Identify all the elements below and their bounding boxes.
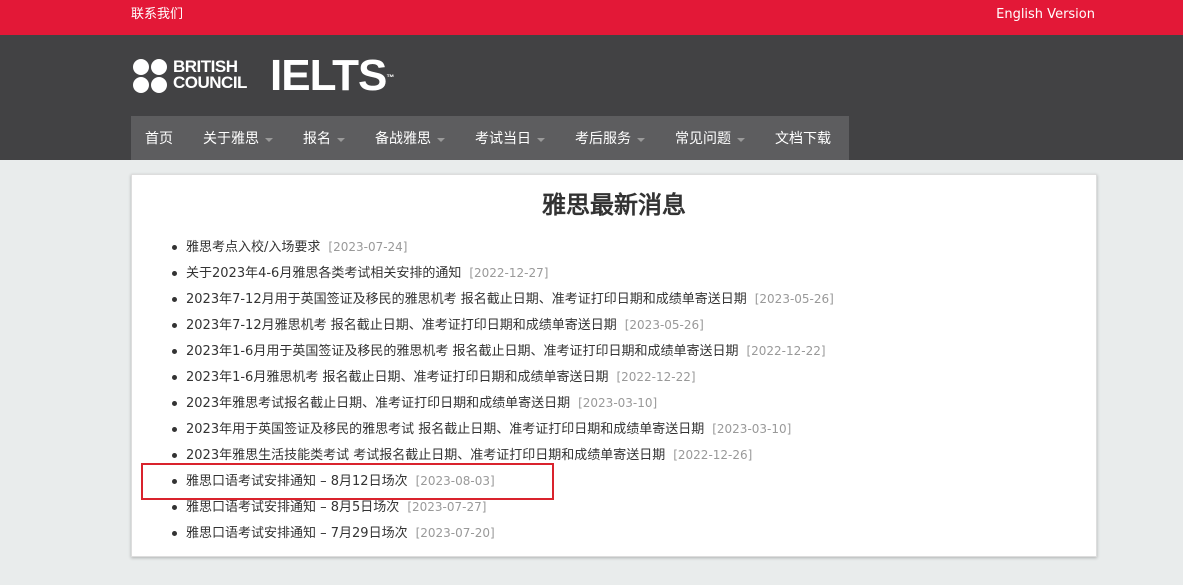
news-item: 雅思口语考试安排通知 – 8月5日场次 [2023-07-27]: [172, 497, 834, 523]
news-card: 雅思最新消息 雅思考点入校/入场要求 [2023-07-24] 关于2023年4-6…: [131, 174, 1097, 557]
page-title: 雅思最新消息: [542, 191, 686, 219]
caret-down-icon: [337, 138, 345, 142]
nav-item-label: 关于雅思: [203, 131, 259, 147]
nav-item-label: 考试当日: [475, 131, 531, 147]
caret-down-icon: [537, 138, 545, 142]
caret-down-icon: [265, 138, 273, 142]
nav-item[interactable]: 考试当日: [475, 128, 545, 148]
british-council-logo[interactable]: BRITISH COUNCIL: [133, 57, 258, 95]
news-item: 雅思考点入校/入场要求 [2023-07-24]: [172, 237, 834, 263]
news-item: 关于2023年4-6月雅思各类考试相关安排的通知 [2022-12-27]: [172, 263, 834, 289]
main-nav: 首页 关于雅思 报名 备战雅思 考试当日 考后服务 常见问题 文档下载: [131, 116, 849, 160]
news-date: [2022-12-27]: [469, 266, 549, 280]
top-bar: 联系我们 English Version: [0, 0, 1183, 35]
news-item: 2023年雅思考试报名截止日期、准考证打印日期和成绩单寄送日期 [2023-03-…: [172, 393, 834, 419]
nav-item[interactable]: 文档下载: [775, 128, 831, 148]
british-council-wordmark: BRITISH COUNCIL: [173, 57, 247, 92]
ielts-logo[interactable]: IELTS™: [270, 54, 394, 98]
nav-item[interactable]: 常见问题: [675, 128, 745, 148]
news-link[interactable]: 2023年雅思考试报名截止日期、准考证打印日期和成绩单寄送日期: [186, 396, 570, 411]
news-link[interactable]: 2023年雅思生活技能类考试 考试报名截止日期、准考证打印日期和成绩单寄送日期: [186, 448, 665, 463]
news-item: 雅思口语考试安排通知 – 8月12日场次 [2023-08-03]: [172, 471, 834, 497]
british-council-dots-icon: [133, 59, 169, 95]
news-link[interactable]: 雅思口语考试安排通知 – 8月12日场次: [186, 474, 408, 489]
nav-item[interactable]: 首页: [145, 128, 173, 148]
news-link[interactable]: 雅思口语考试安排通知 – 8月5日场次: [186, 500, 399, 515]
news-item: 2023年1-6月用于英国签证及移民的雅思机考 报名截止日期、准考证打印日期和成…: [172, 341, 834, 367]
news-item: 2023年7-12月雅思机考 报名截止日期、准考证打印日期和成绩单寄送日期 [20…: [172, 315, 834, 341]
news-link[interactable]: 关于2023年4-6月雅思各类考试相关安排的通知: [186, 266, 461, 281]
contact-us-link[interactable]: 联系我们: [131, 7, 183, 22]
news-list: 雅思考点入校/入场要求 [2023-07-24] 关于2023年4-6月雅思各类考试…: [172, 237, 834, 549]
caret-down-icon: [637, 138, 645, 142]
news-date: [2023-03-10]: [712, 422, 792, 436]
nav-item[interactable]: 报名: [303, 128, 345, 148]
nav-item[interactable]: 考后服务: [575, 128, 645, 148]
english-version-link[interactable]: English Version: [996, 7, 1095, 22]
news-link[interactable]: 2023年1-6月用于英国签证及移民的雅思机考 报名截止日期、准考证打印日期和成…: [186, 344, 738, 359]
news-link[interactable]: 2023年7-12月用于英国签证及移民的雅思机考 报名截止日期、准考证打印日期和…: [186, 292, 747, 307]
news-date: [2023-07-27]: [407, 500, 487, 514]
nav-item[interactable]: 关于雅思: [203, 128, 273, 148]
news-date: [2023-07-20]: [415, 526, 495, 540]
news-date: [2022-12-26]: [673, 448, 753, 462]
nav-item-label: 常见问题: [675, 131, 731, 147]
news-link[interactable]: 2023年1-6月雅思机考 报名截止日期、准考证打印日期和成绩单寄送日期: [186, 370, 608, 385]
news-link[interactable]: 2023年7-12月雅思机考 报名截止日期、准考证打印日期和成绩单寄送日期: [186, 318, 617, 333]
news-item: 雅思口语考试安排通知 – 7月29日场次 [2023-07-20]: [172, 523, 834, 549]
news-date: [2023-03-10]: [578, 396, 658, 410]
nav-item-label: 文档下载: [775, 131, 831, 147]
news-link[interactable]: 雅思考点入校/入场要求: [186, 240, 320, 255]
nav-item-label: 首页: [145, 131, 173, 147]
news-item: 2023年1-6月雅思机考 报名截止日期、准考证打印日期和成绩单寄送日期 [202…: [172, 367, 834, 393]
news-date: [2023-05-26]: [624, 318, 704, 332]
news-item: 2023年用于英国签证及移民的雅思考试 报名截止日期、准考证打印日期和成绩单寄送…: [172, 419, 834, 445]
news-date: [2023-05-26]: [754, 292, 834, 306]
caret-down-icon: [737, 138, 745, 142]
news-link[interactable]: 2023年用于英国签证及移民的雅思考试 报名截止日期、准考证打印日期和成绩单寄送…: [186, 422, 704, 437]
nav-item-label: 报名: [303, 131, 331, 147]
news-link[interactable]: 雅思口语考试安排通知 – 7月29日场次: [186, 526, 408, 541]
nav-item-label: 考后服务: [575, 131, 631, 147]
nav-item[interactable]: 备战雅思: [375, 128, 445, 148]
news-item: 2023年7-12月用于英国签证及移民的雅思机考 报名截止日期、准考证打印日期和…: [172, 289, 834, 315]
news-item: 2023年雅思生活技能类考试 考试报名截止日期、准考证打印日期和成绩单寄送日期 […: [172, 445, 834, 471]
news-date: [2022-12-22]: [616, 370, 696, 384]
news-date: [2023-08-03]: [415, 474, 495, 488]
caret-down-icon: [437, 138, 445, 142]
news-date: [2022-12-22]: [746, 344, 826, 358]
news-date: [2023-07-24]: [328, 240, 408, 254]
nav-item-label: 备战雅思: [375, 131, 431, 147]
